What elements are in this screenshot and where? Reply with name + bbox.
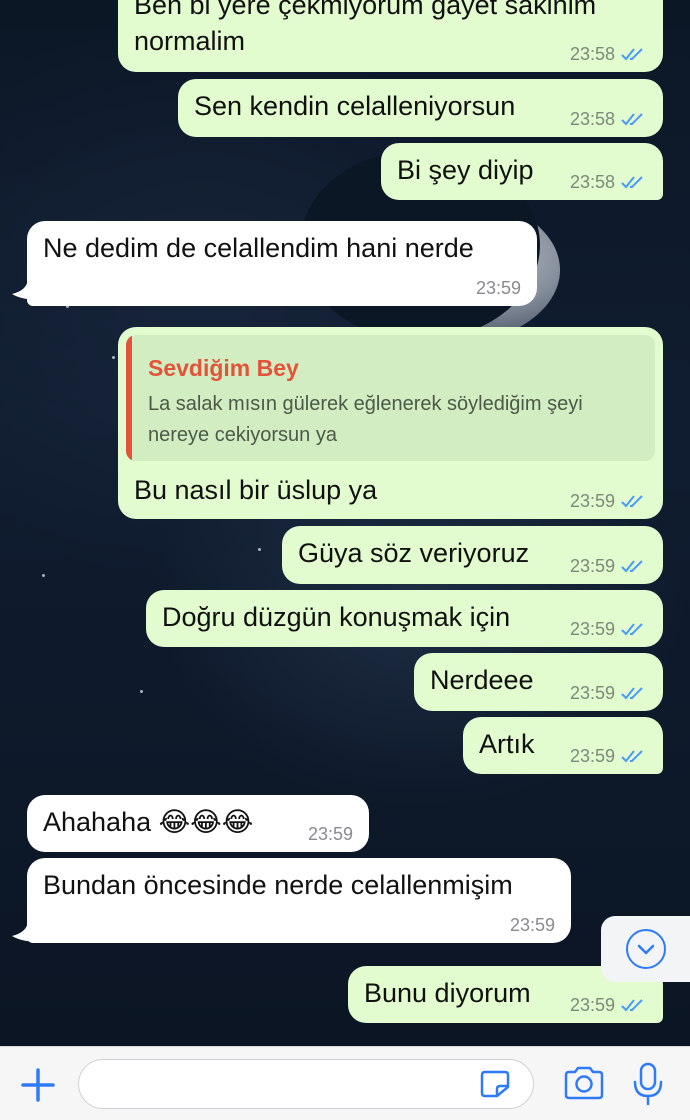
message-meta: 23:59 (308, 824, 353, 844)
chevron-down-icon (625, 929, 666, 969)
message-text: Doğru düzgün konuşmak için (162, 602, 511, 632)
message-time: 23:59 (569, 746, 615, 766)
sticker-icon[interactable] (479, 1069, 511, 1099)
message-time: 23:59 (475, 278, 521, 298)
message-meta: 23:59 (570, 491, 647, 511)
microphone-icon[interactable] (632, 1061, 664, 1107)
message-meta: 23:59 (570, 683, 647, 703)
message-bubble-outgoing[interactable]: Bi şey diyip 23:58 (381, 143, 663, 200)
read-ticks-icon (621, 623, 643, 636)
message-meta: 23:58 (570, 172, 647, 192)
message-meta: 23:59 (570, 556, 647, 576)
message-meta: 23:59 (570, 995, 647, 1015)
message-time: 23:58 (569, 109, 615, 129)
read-ticks-icon (621, 495, 643, 508)
message-input-field[interactable] (78, 1059, 534, 1109)
message-meta: 23:59 (510, 915, 555, 935)
quote-accent-bar (126, 335, 132, 461)
message-time: 23:59 (569, 619, 615, 639)
message-bubble-outgoing[interactable]: Ben bi yere çekmiyorum gayet sakinim nor… (118, 0, 663, 72)
read-ticks-icon (621, 999, 643, 1012)
message-meta: 23:59 (476, 278, 521, 298)
message-text: Bunu diyorum (364, 978, 531, 1008)
quote-text: La salak mısın gülerek eğlenerek söyledi… (148, 393, 583, 446)
message-input[interactable] (99, 1072, 479, 1098)
message-time: 23:59 (569, 556, 615, 576)
message-meta: 23:59 (570, 619, 647, 639)
message-text: Bu nasıl bir üslup ya (134, 475, 378, 505)
message-time: 23:58 (569, 44, 615, 64)
message-composer (0, 1046, 690, 1120)
message-text: Ahahaha 😂😂😂 (43, 807, 254, 837)
message-text: Artık (479, 729, 535, 759)
message-bubble-incoming[interactable]: Ahahaha 😂😂😂 23:59 (27, 795, 369, 852)
message-bubble-incoming[interactable]: Bundan öncesinde nerde celallenmişim 23:… (27, 858, 571, 943)
star (42, 574, 45, 577)
message-time: 23:59 (569, 995, 615, 1015)
message-time: 23:58 (569, 172, 615, 192)
quoted-message[interactable]: Sevdiğim Bey La salak mısın gülerek eğle… (126, 335, 655, 461)
message-time: 23:59 (509, 915, 555, 935)
message-time: 23:59 (569, 683, 615, 703)
read-ticks-icon (621, 687, 643, 700)
read-ticks-icon (621, 560, 643, 573)
camera-icon[interactable] (562, 1063, 606, 1103)
star (140, 690, 143, 693)
message-meta: 23:58 (570, 109, 647, 129)
message-text: Sen kendin celalleniyorsun (194, 91, 516, 121)
read-ticks-icon (621, 48, 643, 61)
message-text: Ne dedim de celallendim hani nerde (43, 233, 474, 263)
message-text: Güya söz veriyoruz (298, 538, 530, 568)
plus-icon[interactable] (18, 1065, 58, 1105)
scroll-to-bottom-button[interactable] (601, 916, 690, 982)
message-bubble-outgoing[interactable]: Artık 23:59 (463, 717, 663, 774)
message-text: Ben bi yere çekmiyorum gayet sakinim (134, 0, 597, 20)
read-ticks-icon (621, 750, 643, 763)
message-bubble-outgoing-reply[interactable]: Sevdiğim Bey La salak mısın gülerek eğle… (118, 327, 663, 519)
read-ticks-icon (621, 176, 643, 189)
message-time: 23:59 (307, 824, 353, 844)
quote-author: Sevdiğim Bey (148, 355, 299, 381)
message-meta: 23:59 (570, 746, 647, 766)
message-text: Bundan öncesinde nerde celallenmişim (43, 870, 513, 900)
message-text: Bi şey diyip (397, 155, 534, 185)
message-bubble-outgoing[interactable]: Güya söz veriyoruz 23:59 (282, 526, 663, 584)
message-bubble-incoming[interactable]: Ne dedim de celallendim hani nerde 23:59 (27, 221, 537, 306)
star (112, 356, 115, 359)
message-text: Nerdeee (430, 665, 534, 695)
star (258, 548, 261, 551)
read-ticks-icon (621, 113, 643, 126)
message-bubble-outgoing[interactable]: Sen kendin celalleniyorsun 23:58 (178, 79, 663, 137)
message-meta: 23:58 (570, 44, 647, 64)
message-bubble-outgoing[interactable]: Doğru düzgün konuşmak için 23:59 (146, 590, 663, 647)
message-time: 23:59 (569, 491, 615, 511)
message-text-line2: normalim (134, 26, 246, 56)
message-bubble-outgoing[interactable]: Nerdeee 23:59 (414, 653, 663, 711)
